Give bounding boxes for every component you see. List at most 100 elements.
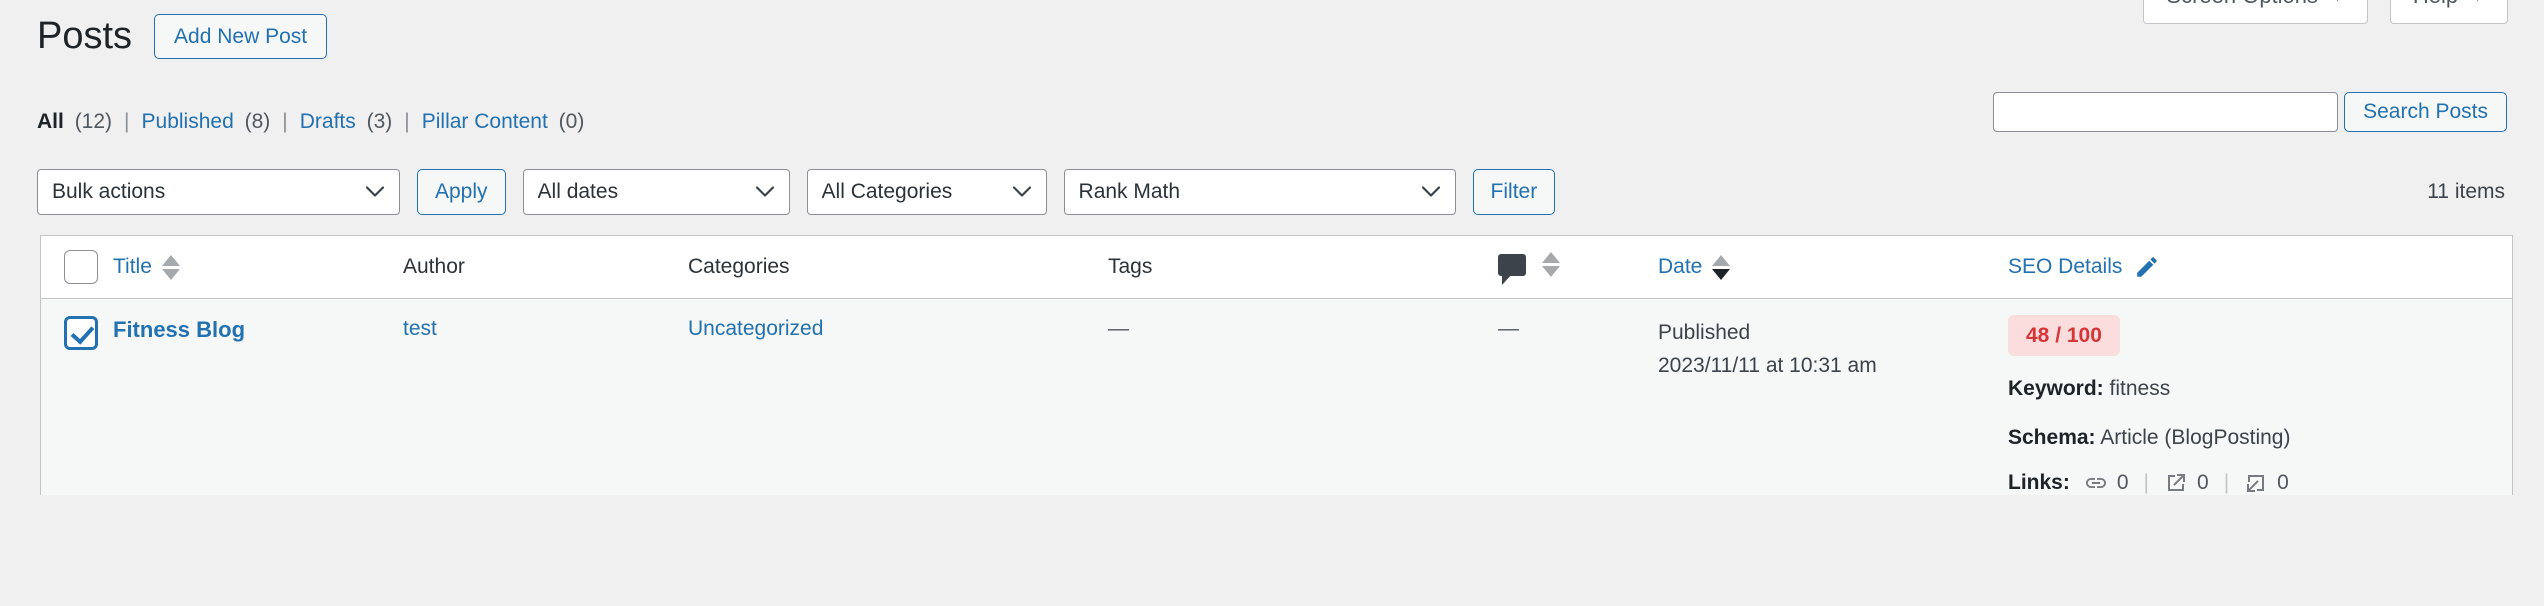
post-tags-value: — (1108, 317, 1129, 340)
screen-meta-links: Screen Options ▼ Help ▼ (2143, 0, 2508, 24)
posts-list-table: Title Author Categories Tags Date SEO De… (40, 235, 2513, 496)
seo-schema-line: Schema: Article (BlogPosting) (2008, 423, 2492, 453)
row-select-checkbox[interactable] (64, 316, 98, 350)
chevron-down-icon: ▼ (2330, 0, 2345, 6)
sort-arrows-icon (161, 254, 180, 280)
incoming-link-icon (2244, 471, 2268, 495)
column-header-tags-label: Tags (1108, 255, 1153, 278)
row-title-cell: Fitness Blog (113, 299, 403, 496)
status-link-published[interactable]: Published (8) (142, 110, 271, 134)
search-posts-button[interactable]: Search Posts (2344, 92, 2507, 132)
column-header-seo-details-label: SEO Details (2008, 255, 2123, 278)
status-link-pillar-content-label[interactable]: Pillar Content (422, 110, 548, 133)
row-date-cell: Published 2023/11/11 at 10:31 am (1658, 299, 2008, 496)
search-posts-form: Search Posts (1993, 92, 2507, 132)
seo-details-edit-link[interactable]: SEO Details (2008, 254, 2160, 280)
seo-links-line: Links: 0 | 0 | 0 (2008, 471, 2492, 495)
sort-arrows-icon (1712, 254, 1731, 280)
status-link-all[interactable]: All (12) (37, 110, 112, 134)
categories-select-wrapper: All Categories (806, 169, 1047, 215)
filter-by-rank-math-select[interactable]: Rank Math (1063, 169, 1456, 215)
table-header-row: Title Author Categories Tags Date SEO De… (41, 236, 2512, 299)
status-link-pillar-content[interactable]: Pillar Content (0) (422, 110, 585, 134)
row-categories-cell: Uncategorized (688, 299, 1108, 496)
sort-arrows-icon (1542, 252, 1560, 278)
screen-options-label: Screen Options (2166, 0, 2318, 11)
help-button[interactable]: Help ▼ (2389, 0, 2508, 24)
column-header-date-label: Date (1658, 255, 1703, 278)
page-header: Posts Add New Post (37, 14, 328, 60)
dates-select-wrapper: All dates (522, 169, 790, 215)
status-link-drafts-count: (3) (366, 110, 393, 133)
search-input[interactable] (1993, 92, 2339, 132)
column-header-seo-details: SEO Details (2008, 236, 2512, 299)
column-header-title-label: Title (113, 255, 152, 278)
comment-bubble-icon (1498, 253, 1526, 285)
column-header-categories: Categories (688, 236, 1108, 299)
help-label: Help (2413, 0, 2458, 11)
post-author-link[interactable]: test (403, 317, 437, 340)
row-checkbox-cell (41, 299, 113, 496)
seo-incoming-links-count: 0 (2277, 471, 2289, 495)
post-comments-value: — (1498, 317, 1519, 340)
table-nav-top: Bulk actions Apply All dates All Categor… (37, 166, 2507, 218)
screen-options-button[interactable]: Screen Options ▼ (2143, 0, 2368, 24)
seo-schema-value: Article (BlogPosting) (2100, 425, 2291, 449)
filter-by-category-select[interactable]: All Categories (806, 169, 1047, 215)
post-title-link[interactable]: Fitness Blog (113, 317, 245, 342)
post-status-filter-links: All (12) | Published (8) | Drafts (3) | … (37, 110, 584, 134)
status-link-drafts-label[interactable]: Drafts (300, 110, 356, 133)
column-header-title: Title (113, 236, 403, 299)
sort-by-comments-link[interactable] (1498, 252, 1560, 285)
post-category-link[interactable]: Uncategorized (688, 317, 823, 340)
status-link-all-label[interactable]: All (37, 110, 64, 133)
bulk-actions-select[interactable]: Bulk actions (37, 169, 400, 215)
apply-bulk-action-button[interactable]: Apply (417, 169, 506, 215)
column-header-tags: Tags (1108, 236, 1498, 299)
column-header-categories-label: Categories (688, 255, 790, 278)
pencil-icon (2137, 257, 2158, 277)
column-header-comments (1498, 236, 1658, 299)
row-seo-details-cell: 48 / 100 Keyword: fitness Schema: Articl… (2008, 299, 2512, 496)
row-tags-cell: — (1108, 299, 1498, 496)
seo-links-label: Links: (2008, 471, 2070, 495)
add-new-post-button[interactable]: Add New Post (154, 14, 328, 60)
chain-link-icon (2084, 471, 2108, 495)
column-header-date: Date (1658, 236, 2008, 299)
bulk-actions-select-wrapper: Bulk actions (37, 169, 400, 215)
column-header-author: Author (403, 236, 688, 299)
sort-by-date-link[interactable]: Date (1658, 254, 1731, 280)
row-comments-cell: — (1498, 299, 1658, 496)
seo-score-badge: 48 / 100 (2008, 315, 2120, 357)
seo-keyword-value: fitness (2109, 377, 2171, 401)
column-header-checkbox (41, 236, 113, 299)
post-date-value: 2023/11/11 at 10:31 am (1658, 353, 1877, 377)
seo-internal-links-count: 0 (2116, 471, 2129, 495)
filter-by-date-select[interactable]: All dates (522, 169, 790, 215)
status-separator: | (404, 110, 410, 133)
seo-schema-label: Schema: (2008, 425, 2096, 449)
status-link-drafts[interactable]: Drafts (3) (300, 110, 393, 134)
sort-by-title-link[interactable]: Title (113, 254, 180, 280)
seo-links-separator: | (2143, 471, 2149, 495)
status-link-published-count: (8) (244, 110, 271, 133)
status-link-pillar-content-count: (0) (558, 110, 585, 133)
rank-math-select-wrapper: Rank Math (1063, 169, 1456, 215)
filter-button[interactable]: Filter (1472, 169, 1556, 215)
row-author-cell: test (403, 299, 688, 496)
table-row: Fitness Blog test Uncategorized — — Publ… (41, 298, 2512, 496)
seo-keyword-label: Keyword: (2008, 377, 2104, 401)
external-link-icon (2164, 471, 2188, 495)
seo-keyword-line: Keyword: fitness (2008, 374, 2492, 404)
column-header-author-label: Author (403, 255, 465, 278)
status-link-all-count: (12) (74, 110, 113, 133)
seo-links-separator: | (2223, 471, 2230, 495)
status-link-published-label[interactable]: Published (142, 110, 234, 133)
status-separator: | (124, 110, 130, 133)
items-count-label: 11 items (2427, 180, 2505, 203)
chevron-down-icon: ▼ (2470, 0, 2485, 6)
seo-external-links-count: 0 (2197, 471, 2209, 495)
select-all-checkbox[interactable] (64, 250, 98, 284)
status-separator: | (282, 110, 288, 133)
post-date-status: Published (1658, 321, 1751, 344)
